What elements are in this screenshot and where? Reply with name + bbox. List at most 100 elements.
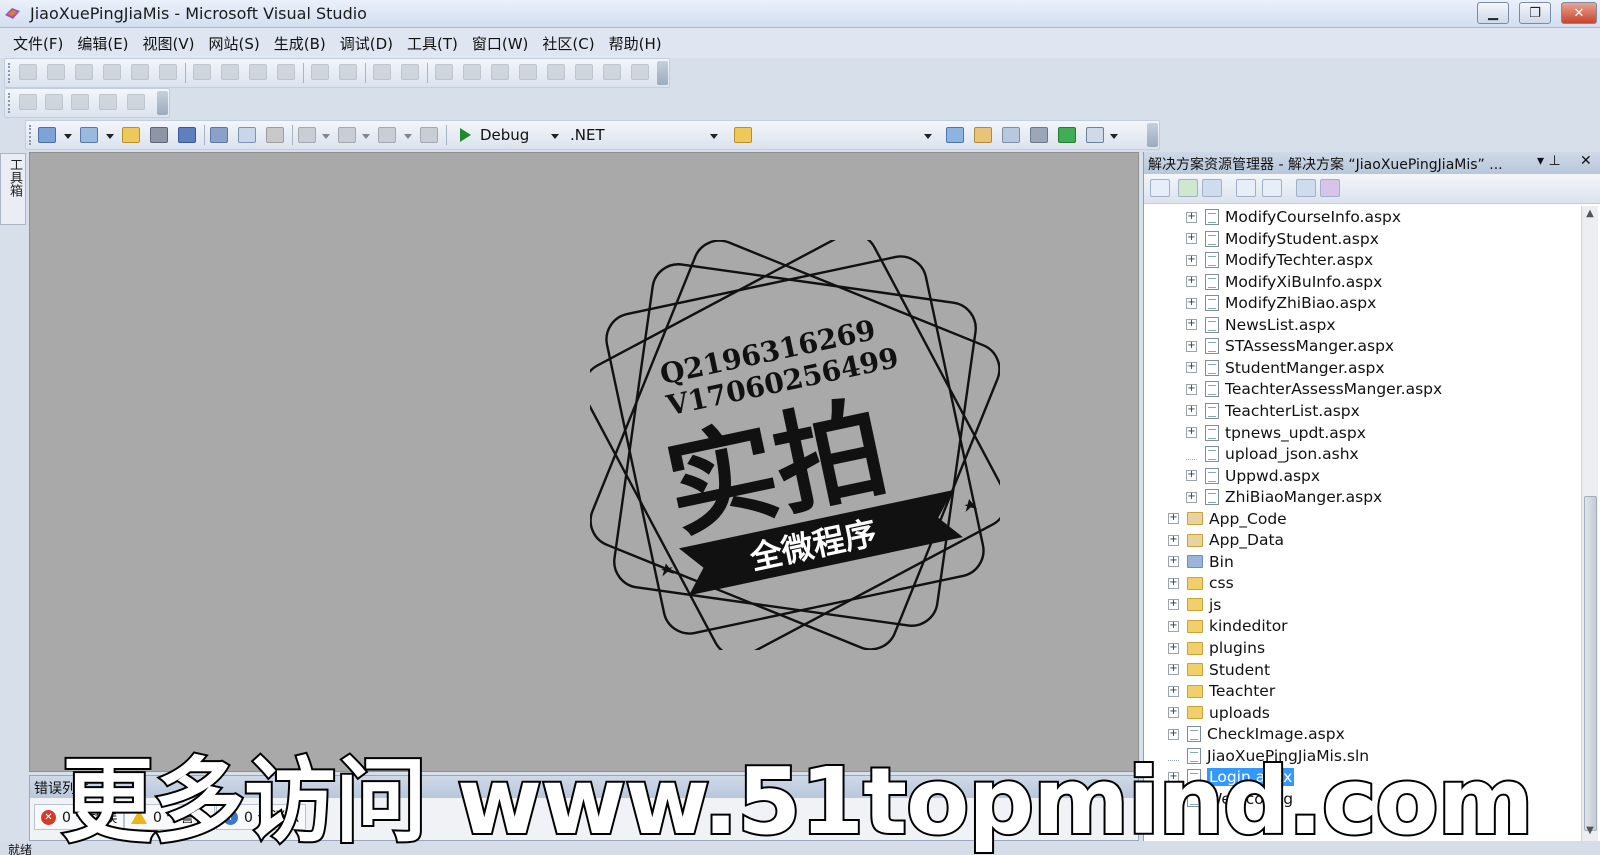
expand-icon[interactable]: + xyxy=(1168,664,1179,676)
tree-item[interactable]: + Uppwd.aspx xyxy=(1186,465,1320,487)
column-icon[interactable] xyxy=(71,94,89,110)
tree-item[interactable]: + css xyxy=(1168,572,1234,594)
expand-icon[interactable]: + xyxy=(1168,599,1179,611)
expand-icon[interactable]: + xyxy=(1186,362,1197,374)
align-middles-icon[interactable] xyxy=(131,64,149,80)
menu-website[interactable]: 网站(S) xyxy=(202,33,267,54)
tree-item[interactable]: + App_Code xyxy=(1168,508,1287,530)
solution-configuration-combo[interactable]: Debug xyxy=(480,126,529,144)
expand-icon[interactable]: + xyxy=(1186,491,1197,503)
sigma-icon[interactable] xyxy=(19,94,37,110)
scroll-down-icon[interactable]: ▼ xyxy=(1584,825,1596,839)
expand-icon[interactable]: + xyxy=(1186,211,1197,223)
copy-icon[interactable] xyxy=(238,127,256,143)
tree-item[interactable]: + plugins xyxy=(1168,637,1265,659)
expand-icon[interactable]: + xyxy=(1168,642,1179,654)
properties-icon[interactable] xyxy=(974,127,992,143)
vertical-spacing-icon[interactable] xyxy=(373,64,391,80)
start-debugging-icon[interactable] xyxy=(458,127,472,143)
tree-item[interactable]: + NewsList.aspx xyxy=(1186,314,1336,336)
toolbar-overflow-button[interactable] xyxy=(1147,123,1158,147)
expand-icon[interactable]: + xyxy=(1168,534,1179,546)
menu-community[interactable]: 社区(C) xyxy=(535,33,601,54)
comment-icon[interactable] xyxy=(519,64,537,80)
redo-icon[interactable] xyxy=(338,127,356,143)
chevron-down-icon[interactable] xyxy=(551,134,559,139)
solution-explorer-icon[interactable] xyxy=(946,127,964,143)
navigate-backward-icon[interactable] xyxy=(378,127,396,143)
tree-item[interactable]: + tpnews_updt.aspx xyxy=(1186,422,1366,444)
new-project-icon[interactable] xyxy=(38,127,56,143)
horizontal-spacing-icon[interactable] xyxy=(311,64,329,80)
menu-window[interactable]: 窗口(W) xyxy=(465,33,536,54)
platform-combo[interactable]: .NET xyxy=(570,126,605,144)
tree-item[interactable]: + TeachterList.aspx xyxy=(1186,400,1360,422)
expand-icon[interactable]: + xyxy=(1168,513,1179,525)
center-horizontally-icon[interactable] xyxy=(435,64,453,80)
tree-item[interactable]: + TeachterAssessManger.aspx xyxy=(1186,378,1442,400)
add-item-icon[interactable] xyxy=(80,127,98,143)
nest-related-files-icon[interactable] xyxy=(1202,179,1222,197)
toolbar-grip[interactable] xyxy=(8,93,11,113)
menu-tools[interactable]: 工具(T) xyxy=(400,33,465,54)
menu-build[interactable]: 生成(B) xyxy=(267,33,333,54)
find-in-files-icon[interactable] xyxy=(734,127,752,143)
chevron-down-icon[interactable] xyxy=(64,134,72,139)
cut-icon[interactable] xyxy=(210,127,228,143)
expand-icon[interactable]: + xyxy=(1168,620,1179,632)
tree-item[interactable]: + js xyxy=(1168,594,1221,616)
bookmark-icon[interactable] xyxy=(575,64,593,80)
save-icon[interactable] xyxy=(150,127,168,143)
make-same-size-icon[interactable] xyxy=(249,64,267,80)
increase-spacing-icon[interactable] xyxy=(339,64,357,80)
tree-item[interactable]: + ModifyStudent.aspx xyxy=(1186,228,1379,250)
asp-net-configuration-icon[interactable] xyxy=(1320,179,1340,197)
tree-item[interactable]: + StudentManger.aspx xyxy=(1186,357,1385,379)
expand-icon[interactable]: + xyxy=(1186,340,1197,352)
bring-to-front-icon[interactable] xyxy=(463,64,481,80)
make-same-width-icon[interactable] xyxy=(193,64,211,80)
expand-icon[interactable]: + xyxy=(1186,383,1197,395)
tree-item[interactable]: + ModifyCourseInfo.aspx xyxy=(1186,206,1401,228)
scroll-up-icon[interactable]: ▲ xyxy=(1584,208,1596,222)
undo-icon[interactable] xyxy=(298,127,316,143)
clear-bookmarks-icon[interactable] xyxy=(631,64,649,80)
refresh-icon[interactable] xyxy=(1178,179,1198,197)
tree-item[interactable]: + STAssessManger.aspx xyxy=(1186,335,1394,357)
tree-item[interactable]: + App_Data xyxy=(1168,529,1284,551)
start-page-icon[interactable] xyxy=(1058,127,1076,143)
paste-icon[interactable] xyxy=(266,127,284,143)
expand-icon[interactable]: + xyxy=(1168,577,1179,589)
tree-item[interactable]: upload_json.ashx xyxy=(1186,443,1359,465)
decrease-spacing-icon[interactable] xyxy=(401,64,419,80)
expand-icon[interactable]: + xyxy=(1168,707,1179,719)
navigate-forward-icon[interactable] xyxy=(420,127,438,143)
expand-icon[interactable]: + xyxy=(1186,276,1197,288)
expand-icon[interactable]: + xyxy=(1186,319,1197,331)
minimize-button[interactable]: ▁ xyxy=(1477,2,1509,24)
chevron-down-icon[interactable] xyxy=(1110,134,1118,139)
expand-icon[interactable]: + xyxy=(1186,233,1197,245)
tree-item[interactable]: + Teachter xyxy=(1168,680,1275,702)
copy-website-icon[interactable] xyxy=(1296,179,1316,197)
toolbar-overflow-button[interactable] xyxy=(657,61,668,85)
size-to-grid-icon[interactable] xyxy=(277,64,295,80)
table-icon[interactable] xyxy=(45,94,63,110)
close-panel-button[interactable]: ✕ xyxy=(1580,153,1592,169)
database-icon[interactable] xyxy=(99,94,117,110)
view-designer-icon[interactable] xyxy=(1262,179,1282,197)
tree-item[interactable]: + ModifyZhiBiao.aspx xyxy=(1186,292,1376,314)
chevron-down-icon[interactable] xyxy=(710,134,718,139)
align-centers-icon[interactable] xyxy=(47,64,65,80)
view-code-icon[interactable] xyxy=(1236,179,1256,197)
window-position-button[interactable]: ▾ ⊥ xyxy=(1537,153,1561,169)
tree-item[interactable]: + uploads xyxy=(1168,702,1270,724)
expand-icon[interactable]: + xyxy=(1168,728,1179,740)
expand-icon[interactable]: + xyxy=(1186,405,1197,417)
menu-help[interactable]: 帮助(H) xyxy=(602,33,669,54)
tree-item[interactable]: + Student xyxy=(1168,659,1270,681)
command-window-icon[interactable] xyxy=(1086,127,1104,143)
scrollbar-thumb[interactable] xyxy=(1584,496,1597,831)
expand-icon[interactable]: + xyxy=(1186,470,1197,482)
tree-item[interactable]: + CheckImage.aspx xyxy=(1168,723,1345,745)
